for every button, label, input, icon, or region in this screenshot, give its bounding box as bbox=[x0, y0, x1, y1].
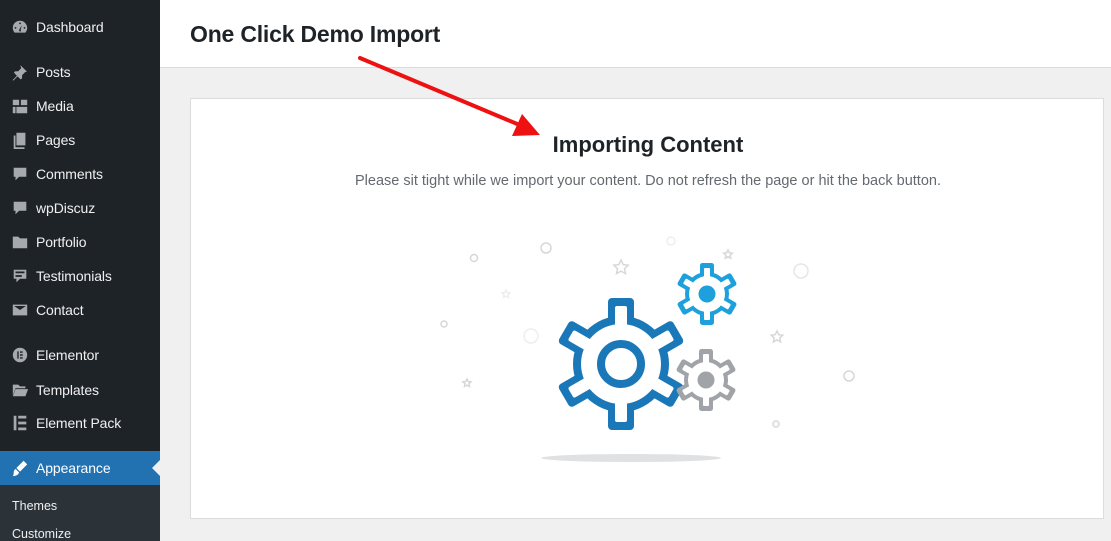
sidebar-item-pages[interactable]: Pages bbox=[0, 123, 160, 157]
dashboard-icon bbox=[0, 18, 36, 36]
media-icon bbox=[0, 97, 36, 115]
sidebar-item-label: Pages bbox=[36, 132, 76, 148]
pages-icon bbox=[0, 131, 36, 149]
sidebar-item-comments[interactable]: Comments bbox=[0, 157, 160, 191]
sidebar-item-label: wpDiscuz bbox=[36, 200, 96, 216]
sidebar-item-label: Contact bbox=[36, 302, 84, 318]
pin-icon bbox=[0, 63, 36, 81]
sidebar-item-label: Testimonials bbox=[36, 268, 112, 284]
page-title: One Click Demo Import bbox=[190, 21, 441, 47]
testimonial-icon bbox=[0, 267, 36, 285]
sidebar-item-label: Dashboard bbox=[36, 19, 104, 35]
mail-icon bbox=[0, 301, 36, 319]
page-header: One Click Demo Import bbox=[160, 0, 1111, 68]
sidebar-item-templates[interactable]: Templates bbox=[0, 373, 160, 407]
sidebar-item-contact[interactable]: Contact bbox=[0, 293, 160, 327]
element-pack-icon bbox=[0, 414, 36, 432]
folder-open-icon bbox=[0, 381, 36, 399]
gears-illustration bbox=[440, 236, 855, 462]
card-description: Please sit tight while we import your co… bbox=[355, 173, 941, 189]
submenu-item-customize[interactable]: Customize bbox=[12, 527, 71, 541]
comment-icon bbox=[0, 199, 36, 217]
sidebar-item-label: Element Pack bbox=[36, 415, 122, 431]
annotation-arrow-icon bbox=[358, 56, 540, 136]
import-status-card: Importing Content Please sit tight while… bbox=[190, 98, 1104, 519]
small-blue-gear-icon bbox=[677, 263, 737, 325]
sidebar-item-portfolio[interactable]: Portfolio bbox=[0, 225, 160, 259]
comment-icon bbox=[0, 165, 36, 183]
elementor-icon bbox=[0, 346, 36, 364]
sidebar-item-label: Media bbox=[36, 98, 74, 114]
sidebar-item-label: Templates bbox=[36, 382, 99, 398]
card-title: Importing Content bbox=[552, 132, 744, 157]
sidebar-item-elementor[interactable]: Elementor bbox=[0, 338, 160, 372]
sidebar-item-media[interactable]: Media bbox=[0, 89, 160, 123]
brush-icon bbox=[0, 459, 36, 477]
admin-sidebar: Dashboard Posts Media Pages Comments wpD… bbox=[0, 0, 160, 541]
gear-shadow bbox=[541, 454, 721, 462]
sidebar-item-appearance[interactable]: Appearance bbox=[0, 451, 160, 485]
large-gear-icon bbox=[558, 298, 684, 430]
sidebar-item-label: Elementor bbox=[36, 347, 99, 363]
sidebar-item-wpdiscuz[interactable]: wpDiscuz bbox=[0, 191, 160, 225]
sidebar-item-dashboard[interactable]: Dashboard bbox=[0, 10, 160, 44]
sidebar-item-label: Posts bbox=[36, 64, 71, 80]
small-gray-gear-icon bbox=[676, 349, 736, 411]
sidebar-item-label: Portfolio bbox=[36, 234, 87, 250]
active-indicator bbox=[152, 460, 160, 476]
sidebar-item-testimonials[interactable]: Testimonials bbox=[0, 259, 160, 293]
submenu-item-themes[interactable]: Themes bbox=[12, 499, 57, 513]
sidebar-item-label: Appearance bbox=[36, 460, 111, 476]
sidebar-item-element-pack[interactable]: Element Pack bbox=[0, 406, 160, 440]
folder-icon bbox=[0, 233, 36, 251]
sidebar-item-label: Comments bbox=[36, 166, 103, 182]
sidebar-item-posts[interactable]: Posts bbox=[0, 55, 160, 89]
